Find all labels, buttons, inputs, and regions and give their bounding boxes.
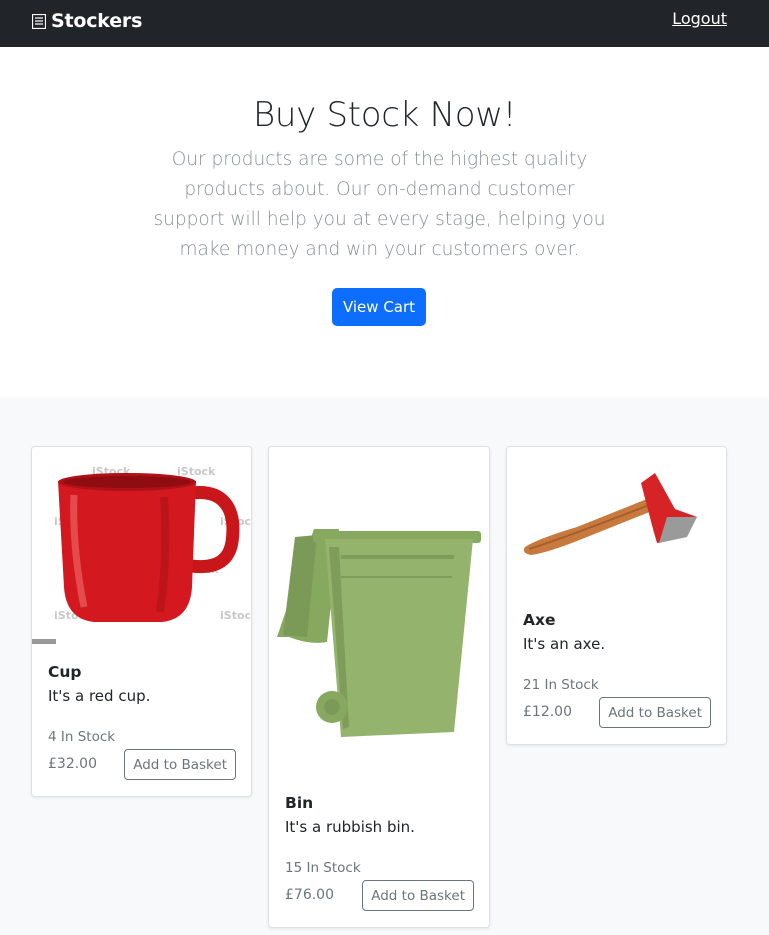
product-description: It's a red cup. [48, 687, 151, 705]
product-card-cup: iStock iStock iStock iStock iStock iStoc… [31, 446, 252, 797]
product-name: Axe [523, 611, 556, 629]
hero-title: Buy Stock Now! [252, 95, 517, 135]
watermark: iStock [220, 609, 251, 622]
hero-description: Our products are some of the highest qua… [153, 149, 606, 260]
red-cup-image: iStock iStock iStock iStock iStock iStoc… [32, 447, 251, 645]
stock-count: 21 In Stock [523, 677, 599, 693]
product-price: £76.00 [285, 887, 334, 903]
axe-image [507, 447, 726, 593]
product-name: Cup [48, 663, 82, 681]
hero-section: Buy Stock Now! Our products are some of … [0, 47, 769, 398]
logout-link[interactable]: Logout [672, 9, 727, 28]
product-card-axe: Axe It's an axe. 21 In Stock £12.00 Add … [506, 446, 727, 745]
brand-name: Stockers [51, 10, 143, 32]
stock-count: 4 In Stock [48, 729, 116, 745]
brand-link[interactable]: Stockers [32, 8, 142, 34]
products-section: iStock iStock iStock iStock iStock iStoc… [0, 398, 769, 935]
add-to-basket-button[interactable]: Add to Basket [362, 880, 474, 911]
navbar: Stockers Logout [0, 0, 769, 47]
product-card-bin: Bin It's a rubbish bin. 15 In Stock £76.… [268, 446, 490, 928]
document-icon [32, 13, 46, 29]
watermark: iStock [177, 465, 216, 478]
stock-count: 15 In Stock [285, 860, 361, 876]
product-description: It's a rubbish bin. [285, 818, 415, 836]
product-description: It's an axe. [523, 635, 606, 653]
product-price: £12.00 [523, 704, 572, 720]
add-to-basket-button[interactable]: Add to Basket [124, 749, 236, 780]
view-cart-button[interactable]: View Cart [332, 288, 426, 326]
add-to-basket-button[interactable]: Add to Basket [599, 697, 711, 728]
green-wheelie-bin-image [269, 447, 489, 777]
product-price: £32.00 [48, 756, 97, 772]
product-name: Bin [285, 794, 314, 812]
